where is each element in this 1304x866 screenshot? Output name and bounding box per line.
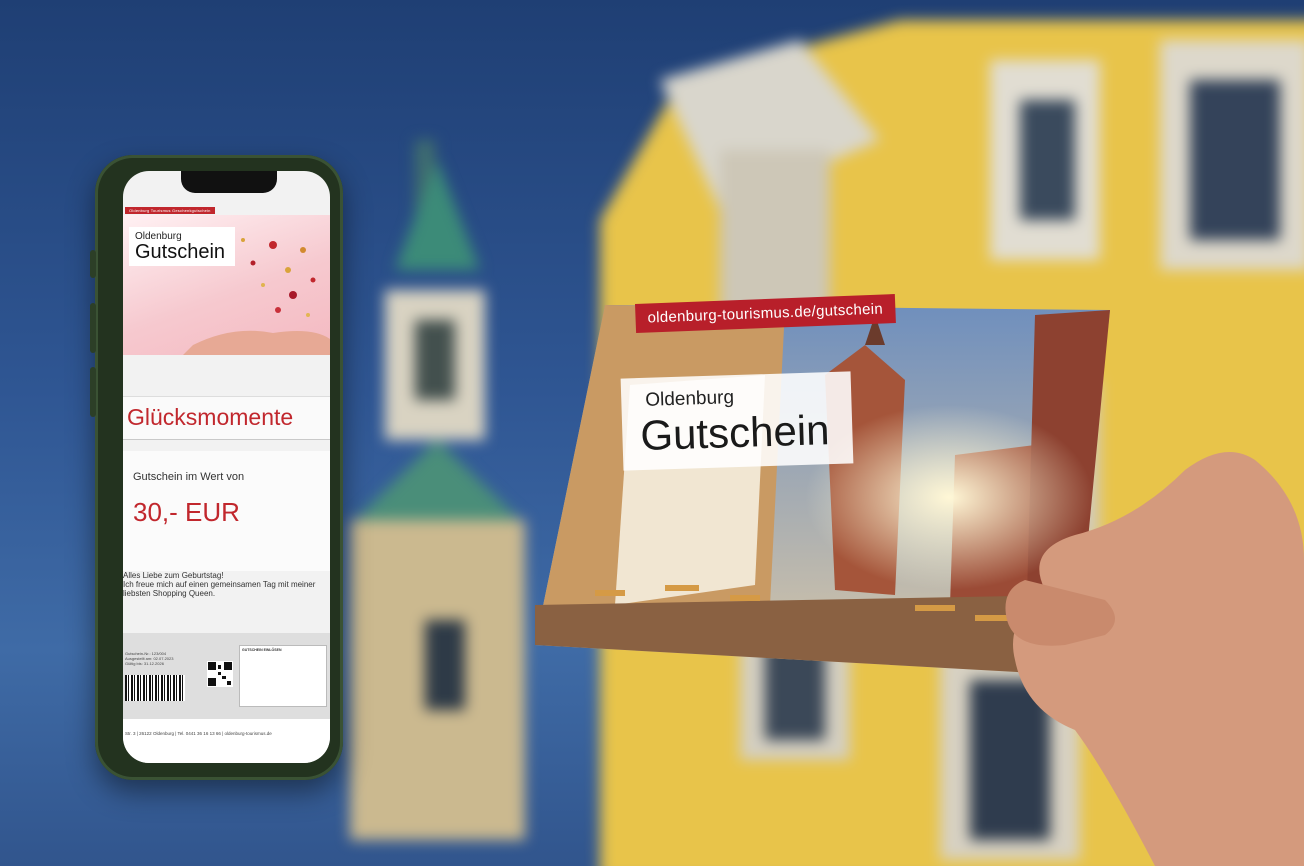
- phone-screen: Oldenburg Tourismus Geschenkgutschein Ol…: [123, 171, 330, 763]
- voucher-hero-image: Oldenburg Gutschein: [123, 215, 330, 355]
- qr-code: [207, 661, 233, 687]
- church-tower-blurred: [350, 140, 525, 840]
- barcode: [125, 675, 185, 701]
- smartphone-mockup: Oldenburg Tourismus Geschenkgutschein Ol…: [90, 155, 343, 780]
- voucher-message: Alles Liebe zum Geburtstag! Ich freue mi…: [123, 571, 330, 631]
- voucher-fine-print: Gutschein-Nr.: 123/004 Ausgestellt am: 0…: [125, 651, 173, 666]
- footer-address: Str. 3 | 26122 Oldenburg | Tel. 0441 36 …: [125, 731, 272, 736]
- postcard-logo: Oldenburg Gutschein: [620, 371, 854, 471]
- message-line: Ich freue mich auf einen gemeinsamen Tag…: [123, 580, 316, 589]
- postcard-logo-line-2: Gutschein: [639, 406, 831, 460]
- voucher-tag: Oldenburg Tourismus Geschenkgutschein: [125, 207, 215, 214]
- redeem-info-card: GUTSCHEIN EINLÖSEN: [239, 645, 327, 707]
- fine-print-line: Gültig bis: 31.12.2026: [125, 661, 164, 666]
- value-label: Gutschein im Wert von: [133, 471, 245, 483]
- voucher-title: Glücksmomente: [127, 404, 294, 430]
- voucher-details-area: Gutschein-Nr.: 123/004 Ausgestellt am: 0…: [123, 633, 330, 723]
- voucher-title-bar: Glücksmomente: [123, 396, 330, 440]
- redeem-title: GUTSCHEIN EINLÖSEN: [242, 648, 282, 652]
- message-line: Alles Liebe zum Geburtstag!: [123, 571, 224, 580]
- phone-volume-down: [90, 367, 96, 417]
- message-line: liebsten Shopping Queen.: [123, 589, 216, 598]
- logo-line-2: Gutschein: [135, 241, 226, 263]
- value-amount: 30,- EUR: [133, 497, 240, 527]
- voucher-logo: Oldenburg Gutschein: [129, 227, 236, 266]
- voucher-footer: Str. 3 | 26122 Oldenburg | Tel. 0441 36 …: [123, 719, 330, 763]
- phone-notch: [181, 171, 277, 193]
- voucher-value-box: Gutschein im Wert von 30,- EUR: [123, 451, 330, 571]
- hand-holding-postcard: [1005, 452, 1304, 866]
- postcard-logo-line-1: Oldenburg: [644, 387, 735, 411]
- phone-volume-up: [90, 303, 96, 353]
- phone-mute-switch: [90, 250, 96, 278]
